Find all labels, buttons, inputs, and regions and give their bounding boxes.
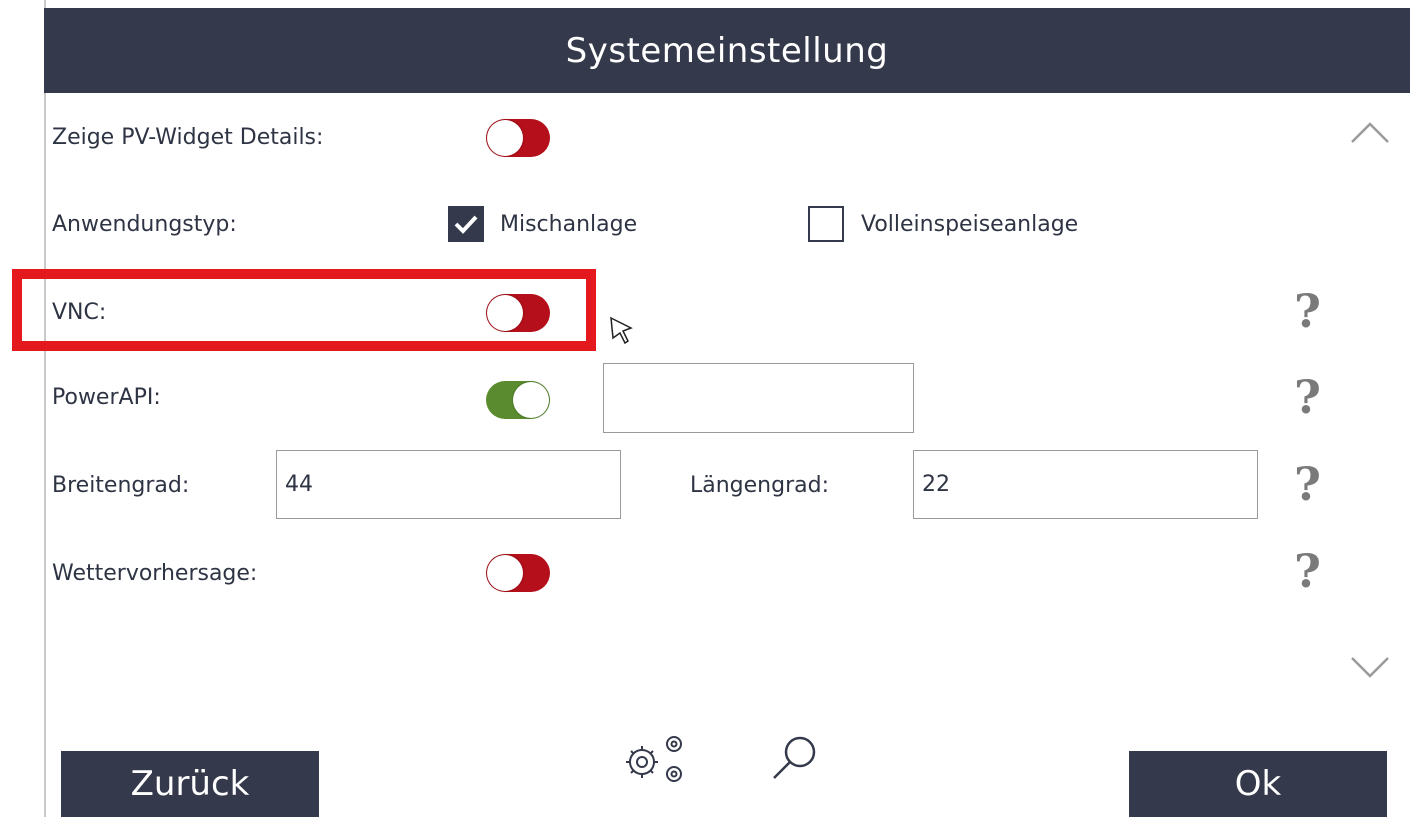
- longitude-input[interactable]: 22: [913, 450, 1258, 519]
- mischanlage-label[interactable]: Mischanlage: [500, 214, 637, 236]
- weather-help-icon[interactable]: ?: [1294, 548, 1321, 594]
- weather-toggle[interactable]: [486, 554, 550, 592]
- mischanlage-checkbox[interactable]: [448, 206, 484, 242]
- volleinspeiseanlage-checkbox[interactable]: [808, 206, 844, 242]
- magnifier-icon[interactable]: [768, 734, 820, 784]
- mouse-cursor-icon: [610, 316, 633, 345]
- weather-label: Wettervorhersage:: [52, 561, 258, 586]
- toggle-knob: [487, 120, 523, 156]
- powerapi-help-icon[interactable]: ?: [1294, 374, 1321, 420]
- powerapi-toggle[interactable]: [486, 381, 550, 419]
- vnc-highlight-box: [12, 269, 596, 351]
- latitude-label: Breitengrad:: [52, 473, 190, 498]
- toggle-knob: [513, 382, 549, 418]
- window-title-text: Systemeinstellung: [565, 30, 889, 71]
- chevron-down-icon[interactable]: [1350, 654, 1390, 680]
- powerapi-input[interactable]: [603, 363, 914, 433]
- gears-icon[interactable]: [622, 732, 688, 788]
- window-left-border: [44, 0, 46, 817]
- window-title: Systemeinstellung: [44, 8, 1410, 93]
- vnc-help-icon[interactable]: ?: [1294, 288, 1321, 334]
- chevron-up-icon[interactable]: [1350, 120, 1390, 146]
- latitude-input[interactable]: 44: [276, 450, 621, 519]
- coordinates-help-icon[interactable]: ?: [1294, 461, 1321, 507]
- back-button[interactable]: Zurück: [61, 751, 319, 817]
- pv-widget-label: Zeige PV-Widget Details:: [52, 125, 324, 150]
- checkmark-icon: [454, 215, 478, 234]
- powerapi-label: PowerAPI:: [52, 385, 161, 410]
- toggle-knob: [487, 555, 523, 591]
- longitude-label: Längengrad:: [690, 473, 829, 498]
- pv-widget-toggle[interactable]: [486, 119, 550, 157]
- application-type-label: Anwendungstyp:: [52, 212, 237, 237]
- volleinspeiseanlage-label[interactable]: Volleinspeiseanlage: [861, 214, 1078, 236]
- ok-button[interactable]: Ok: [1129, 751, 1387, 817]
